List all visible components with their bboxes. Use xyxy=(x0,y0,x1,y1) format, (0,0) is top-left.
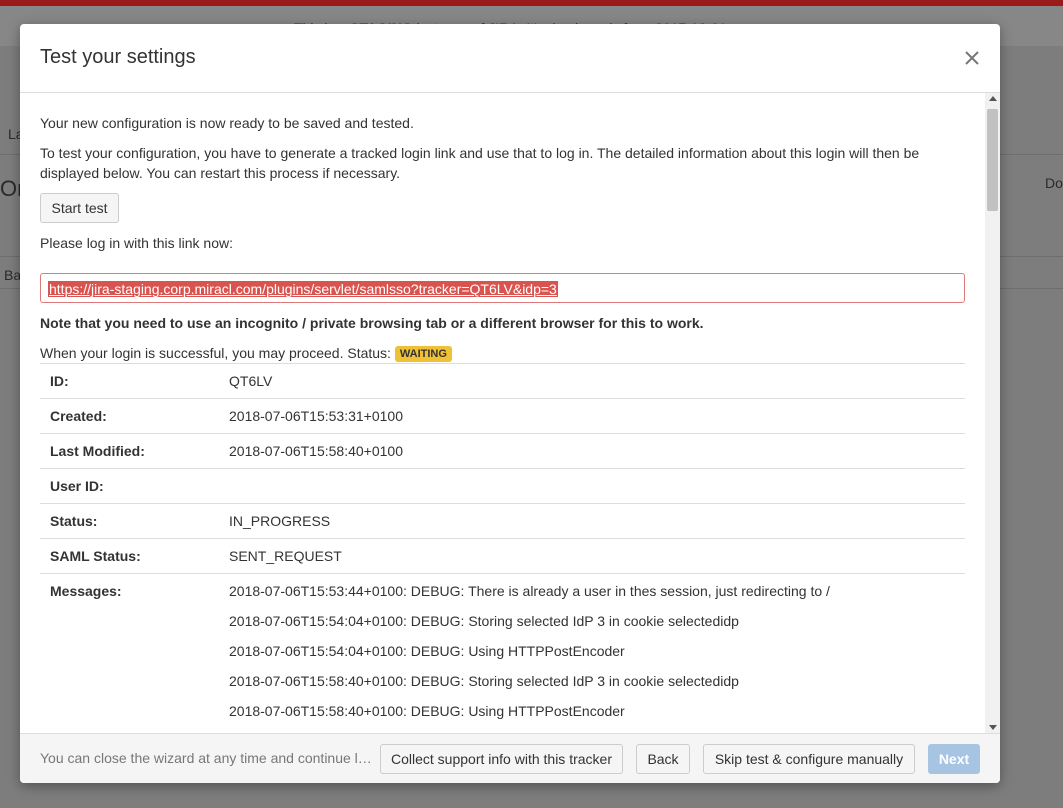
row-value: 2018-07-06T15:58:40+0100 xyxy=(219,433,965,469)
login-link[interactable]: https://jira-staging.corp.miracl.com/plu… xyxy=(48,281,558,297)
log-message: 2018-07-06T15:58:40+0100: DEBUG: Using H… xyxy=(229,703,625,719)
messages-label: Messages: xyxy=(40,573,219,733)
row-key: Status: xyxy=(40,503,219,539)
row-value: 2018-07-06T15:53:31+0100 xyxy=(219,398,965,434)
row-key: User ID: xyxy=(40,468,219,504)
row-value xyxy=(219,468,965,504)
next-button[interactable]: Next xyxy=(928,744,980,774)
login-link-field[interactable]: https://jira-staging.corp.miracl.com/plu… xyxy=(40,273,965,303)
dialog-header: Test your settings xyxy=(20,24,1000,93)
row-value: SENT_REQUEST xyxy=(219,538,965,574)
row-key: Last Modified: xyxy=(40,433,219,469)
tracker-info-table: ID: QT6LV Created: 2018-07-06T15:53:31+0… xyxy=(40,363,965,733)
log-message: 2018-07-06T15:53:44+0100: DEBUG: There i… xyxy=(229,583,830,599)
status-badge: WAITING xyxy=(394,346,452,362)
start-test-button[interactable]: Start test xyxy=(40,193,119,223)
test-settings-dialog: Test your settings Your new configuratio… xyxy=(20,24,1000,783)
dialog-scrollbar[interactable] xyxy=(985,93,1000,733)
scroll-down-arrow-icon[interactable] xyxy=(989,725,997,730)
table-row: Messages: 2018-07-06T15:53:44+0100: DEBU… xyxy=(40,573,965,733)
table-row: Created: 2018-07-06T15:53:31+0100 xyxy=(40,398,965,434)
table-row: Last Modified: 2018-07-06T15:58:40+0100 xyxy=(40,433,965,469)
dialog-title: Test your settings xyxy=(40,46,196,68)
dialog-body: Your new configuration is now ready to b… xyxy=(20,93,985,733)
intro-text: Your new configuration is now ready to b… xyxy=(40,115,414,131)
login-prompt: Please log in with this link now: xyxy=(40,235,233,251)
row-key: SAML Status: xyxy=(40,538,219,574)
log-message: 2018-07-06T15:58:40+0100: DEBUG: Storing… xyxy=(229,673,739,689)
instructions-text: To test your configuration, you have to … xyxy=(40,145,920,181)
row-key: Created: xyxy=(40,398,219,434)
scroll-thumb[interactable] xyxy=(987,109,998,211)
collect-support-info-button[interactable]: Collect support info with this tracker xyxy=(380,744,623,774)
background-fragment: Ba xyxy=(4,267,22,283)
close-icon xyxy=(965,51,979,65)
table-row: Status: IN_PROGRESS xyxy=(40,503,965,539)
log-message: 2018-07-06T15:54:04+0100: DEBUG: Using H… xyxy=(229,643,625,659)
row-key: ID: xyxy=(40,363,219,399)
footer-note: You can close the wizard at any time and… xyxy=(40,750,372,766)
log-message: 2018-07-06T15:54:04+0100: DEBUG: Storing… xyxy=(229,613,739,629)
row-value: IN_PROGRESS xyxy=(219,503,965,539)
row-value: QT6LV xyxy=(219,363,965,399)
close-button[interactable] xyxy=(960,46,984,70)
dialog-footer: You can close the wizard at any time and… xyxy=(20,733,1000,783)
back-button[interactable]: Back xyxy=(636,744,690,774)
status-prefix: When your login is successful, you may p… xyxy=(40,345,391,361)
table-row: User ID: xyxy=(40,468,965,504)
table-row: SAML Status: SENT_REQUEST xyxy=(40,538,965,574)
skip-test-button[interactable]: Skip test & configure manually xyxy=(703,744,915,774)
messages-list: 2018-07-06T15:53:44+0100: DEBUG: There i… xyxy=(219,573,965,733)
incognito-note: Note that you need to use an incognito /… xyxy=(40,315,704,331)
status-line: When your login is successful, you may p… xyxy=(40,343,452,363)
table-row: ID: QT6LV xyxy=(40,363,965,399)
background-fragment: Do xyxy=(1045,175,1063,191)
scroll-up-arrow-icon[interactable] xyxy=(989,96,997,101)
